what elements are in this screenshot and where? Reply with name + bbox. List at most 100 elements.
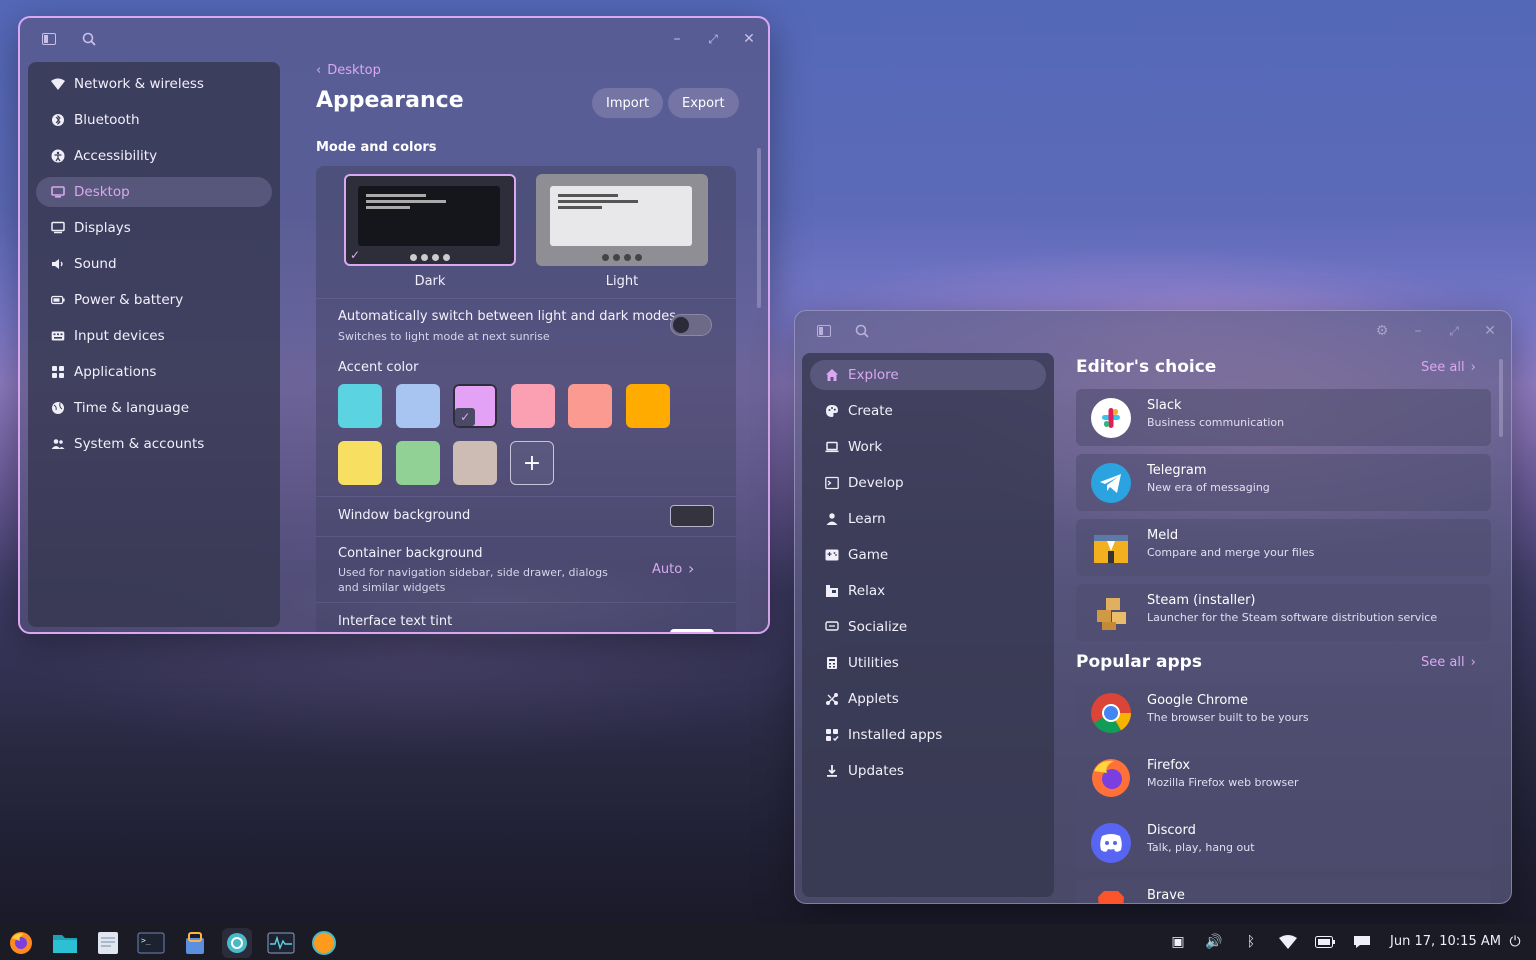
firefox-icon[interactable] bbox=[6, 928, 36, 958]
app-card-meld[interactable]: Meld Compare and merge your files bbox=[1076, 519, 1491, 576]
store-sidebar-item-learn[interactable]: Learn bbox=[810, 504, 1046, 534]
settings-app-icon[interactable] bbox=[222, 928, 252, 958]
text-tint-swatch[interactable] bbox=[670, 629, 714, 632]
accent-swatch[interactable] bbox=[510, 384, 555, 428]
text-editor-icon[interactable] bbox=[93, 928, 123, 958]
breadcrumb[interactable]: ‹ Desktop bbox=[316, 63, 381, 78]
accent-swatch[interactable] bbox=[395, 384, 440, 428]
sidebar-item-system-accounts[interactable]: System & accounts bbox=[36, 429, 272, 459]
popular-apps-see-all[interactable]: See all › bbox=[1421, 655, 1476, 670]
bluetooth-icon[interactable]: ᛒ bbox=[1241, 932, 1261, 952]
sidebar-item-desktop[interactable]: Desktop bbox=[36, 177, 272, 207]
store-sidebar-item-create[interactable]: Create bbox=[810, 396, 1046, 426]
sidebar-toggle-icon[interactable] bbox=[38, 28, 60, 50]
sidebar-item-label: Input devices bbox=[74, 328, 165, 344]
notifications-icon[interactable] bbox=[1352, 932, 1372, 952]
sidebar-item-label: Displays bbox=[74, 220, 131, 236]
store-sidebar-item-socialize[interactable]: Socialize bbox=[810, 612, 1046, 642]
auto-switch-toggle[interactable] bbox=[670, 314, 712, 336]
users-icon bbox=[50, 436, 66, 452]
store-sidebar-item-work[interactable]: Work bbox=[810, 432, 1046, 462]
search-icon[interactable] bbox=[851, 320, 873, 342]
system-monitor-icon[interactable] bbox=[266, 928, 296, 958]
maximize-icon[interactable]: ⤢ bbox=[702, 28, 724, 50]
accent-swatch[interactable] bbox=[338, 384, 382, 428]
sidebar-item-label: Network & wireless bbox=[74, 76, 204, 92]
store-sidebar-item-installed-apps[interactable]: Installed apps bbox=[810, 720, 1046, 750]
add-color-button[interactable]: + bbox=[510, 441, 554, 485]
volume-icon[interactable]: 🔊 bbox=[1204, 932, 1224, 952]
import-button[interactable]: Import bbox=[592, 88, 664, 118]
app-card-firefox[interactable]: Firefox Mozilla Firefox web browser bbox=[1076, 749, 1491, 806]
minimize-icon[interactable]: – bbox=[666, 28, 688, 50]
app-card-steam-installer[interactable]: Steam (installer) Launcher for the Steam … bbox=[1076, 584, 1491, 641]
window-background-row: Window background bbox=[316, 496, 736, 536]
settings-scrollbar[interactable] bbox=[757, 148, 761, 308]
app-card-brave[interactable]: Brave bbox=[1076, 879, 1491, 903]
cosmic-launcher-icon[interactable] bbox=[309, 928, 339, 958]
app-card-slack[interactable]: Slack Business communication bbox=[1076, 389, 1491, 446]
search-icon[interactable] bbox=[78, 28, 100, 50]
taskbar: >_ ▣ 🔊 ᛒ Jun 17, 10:15 AM ⏻ bbox=[0, 924, 1536, 960]
window-background-swatch[interactable] bbox=[670, 505, 714, 527]
app-card-discord[interactable]: Discord Talk, play, hang out bbox=[1076, 814, 1491, 871]
app-description: Mozilla Firefox web browser bbox=[1147, 776, 1299, 789]
accent-swatch[interactable] bbox=[568, 384, 613, 428]
sidebar-item-sound[interactable]: Sound bbox=[36, 249, 272, 279]
light-theme-card[interactable] bbox=[536, 174, 708, 266]
container-background-row[interactable]: Container background Used for navigation… bbox=[316, 536, 736, 602]
close-icon[interactable]: ✕ bbox=[1479, 320, 1501, 342]
store-sidebar-item-updates[interactable]: Updates bbox=[810, 756, 1046, 786]
store-sidebar-item-applets[interactable]: Applets bbox=[810, 684, 1046, 714]
gear-icon[interactable]: ⚙ bbox=[1371, 320, 1393, 342]
app-name: Meld bbox=[1147, 528, 1179, 543]
export-button[interactable]: Export bbox=[668, 88, 739, 118]
power-icon[interactable]: ⏻ bbox=[1505, 932, 1525, 952]
app-card-telegram[interactable]: Telegram New era of messaging bbox=[1076, 454, 1491, 511]
chevron-right-icon: › bbox=[1470, 360, 1476, 375]
dark-theme-card[interactable]: ✓ bbox=[344, 174, 516, 266]
accent-swatch[interactable] bbox=[338, 441, 382, 485]
sidebar-item-time-language[interactable]: Time & language bbox=[36, 393, 272, 423]
sidebar-item-power-battery[interactable]: Power & battery bbox=[36, 285, 272, 315]
sidebar-item-label: Desktop bbox=[74, 184, 130, 200]
store-scrollbar[interactable] bbox=[1499, 359, 1503, 437]
sidebar-item-bluetooth[interactable]: Bluetooth bbox=[36, 105, 272, 135]
store-sidebar-item-relax[interactable]: Relax bbox=[810, 576, 1046, 606]
store-sidebar-item-utilities[interactable]: Utilities bbox=[810, 648, 1046, 678]
clock[interactable]: Jun 17, 10:15 AM bbox=[1390, 934, 1501, 949]
sidebar-item-input-devices[interactable]: Input devices bbox=[36, 321, 272, 351]
store-sidebar-item-label: Relax bbox=[848, 583, 886, 599]
globe-icon bbox=[50, 400, 66, 416]
store-sidebar-item-label: Applets bbox=[848, 691, 899, 707]
editors-choice-see-all[interactable]: See all › bbox=[1421, 360, 1476, 375]
accent-swatch[interactable] bbox=[626, 384, 670, 428]
installed-icon bbox=[824, 727, 840, 743]
store-sidebar-item-label: Create bbox=[848, 403, 893, 419]
sidebar-item-label: Accessibility bbox=[74, 148, 158, 164]
store-sidebar-item-explore[interactable]: Explore bbox=[810, 360, 1046, 390]
terminal-icon[interactable]: >_ bbox=[136, 928, 166, 958]
accent-swatch[interactable] bbox=[395, 441, 440, 485]
close-icon[interactable]: ✕ bbox=[738, 28, 760, 50]
workspaces-icon[interactable]: ▣ bbox=[1168, 932, 1188, 952]
app-name: Steam (installer) bbox=[1147, 593, 1256, 608]
sidebar-item-label: Power & battery bbox=[74, 292, 184, 308]
app-card-google-chrome[interactable]: Google Chrome The browser built to be you… bbox=[1076, 684, 1491, 741]
files-icon[interactable] bbox=[50, 928, 80, 958]
minimize-icon[interactable]: – bbox=[1407, 320, 1429, 342]
accent-swatch[interactable] bbox=[453, 441, 498, 485]
sidebar-item-applications[interactable]: Applications bbox=[36, 357, 272, 387]
sidebar-item-accessibility[interactable]: Accessibility bbox=[36, 141, 272, 171]
store-icon[interactable] bbox=[180, 928, 210, 958]
wifi-icon[interactable] bbox=[1278, 932, 1298, 952]
maximize-icon[interactable]: ⤢ bbox=[1443, 320, 1465, 342]
sidebar-item-network-wireless[interactable]: Network & wireless bbox=[36, 69, 272, 99]
store-sidebar-item-game[interactable]: Game bbox=[810, 540, 1046, 570]
accent-swatch[interactable]: ✓ bbox=[453, 384, 498, 428]
sidebar-item-displays[interactable]: Displays bbox=[36, 213, 272, 243]
relax-icon bbox=[824, 583, 840, 599]
store-sidebar-item-develop[interactable]: Develop bbox=[810, 468, 1046, 498]
sidebar-toggle-icon[interactable] bbox=[813, 320, 835, 342]
battery-icon[interactable] bbox=[1315, 932, 1335, 952]
